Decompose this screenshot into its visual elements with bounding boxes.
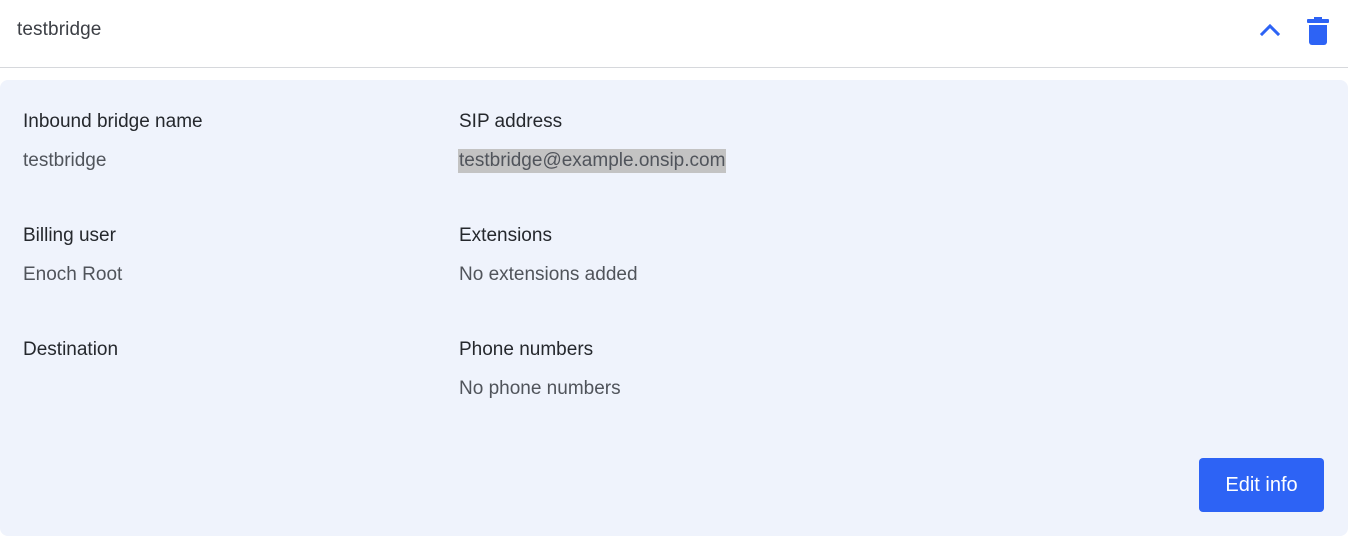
extensions-value: No extensions added [459, 264, 638, 285]
chevron-up-icon [1259, 23, 1281, 37]
edit-info-button[interactable]: Edit info [1199, 458, 1324, 512]
billing-user-value: Enoch Root [23, 264, 123, 285]
sip-address-value[interactable]: testbridge@example.onsip.com [458, 149, 727, 173]
collapse-button[interactable] [1256, 16, 1284, 44]
bridge-name-value: testbridge [23, 150, 107, 171]
destination-field: Destination [23, 338, 118, 382]
delete-button[interactable] [1304, 14, 1332, 48]
extensions-field: Extensions No extensions added [459, 224, 638, 287]
bridge-name-label: Inbound bridge name [23, 111, 203, 132]
billing-user-label: Billing user [23, 225, 116, 246]
phone-numbers-value: No phone numbers [459, 378, 621, 399]
trash-icon [1307, 17, 1329, 45]
sip-address-label: SIP address [459, 111, 563, 132]
extensions-label: Extensions [459, 225, 552, 246]
destination-label: Destination [23, 339, 119, 360]
phone-numbers-field: Phone numbers No phone numbers [459, 338, 621, 401]
bridge-title: testbridge [17, 19, 102, 40]
bridge-header[interactable]: testbridge [0, 0, 1348, 68]
bridge-details-panel: Inbound bridge name testbridge SIP addre… [0, 80, 1348, 536]
billing-user-field: Billing user Enoch Root [23, 224, 122, 287]
phone-numbers-label: Phone numbers [459, 339, 594, 360]
sip-address-field: SIP address testbridge@example.onsip.com [458, 110, 727, 173]
bridge-name-field: Inbound bridge name testbridge [23, 110, 203, 173]
